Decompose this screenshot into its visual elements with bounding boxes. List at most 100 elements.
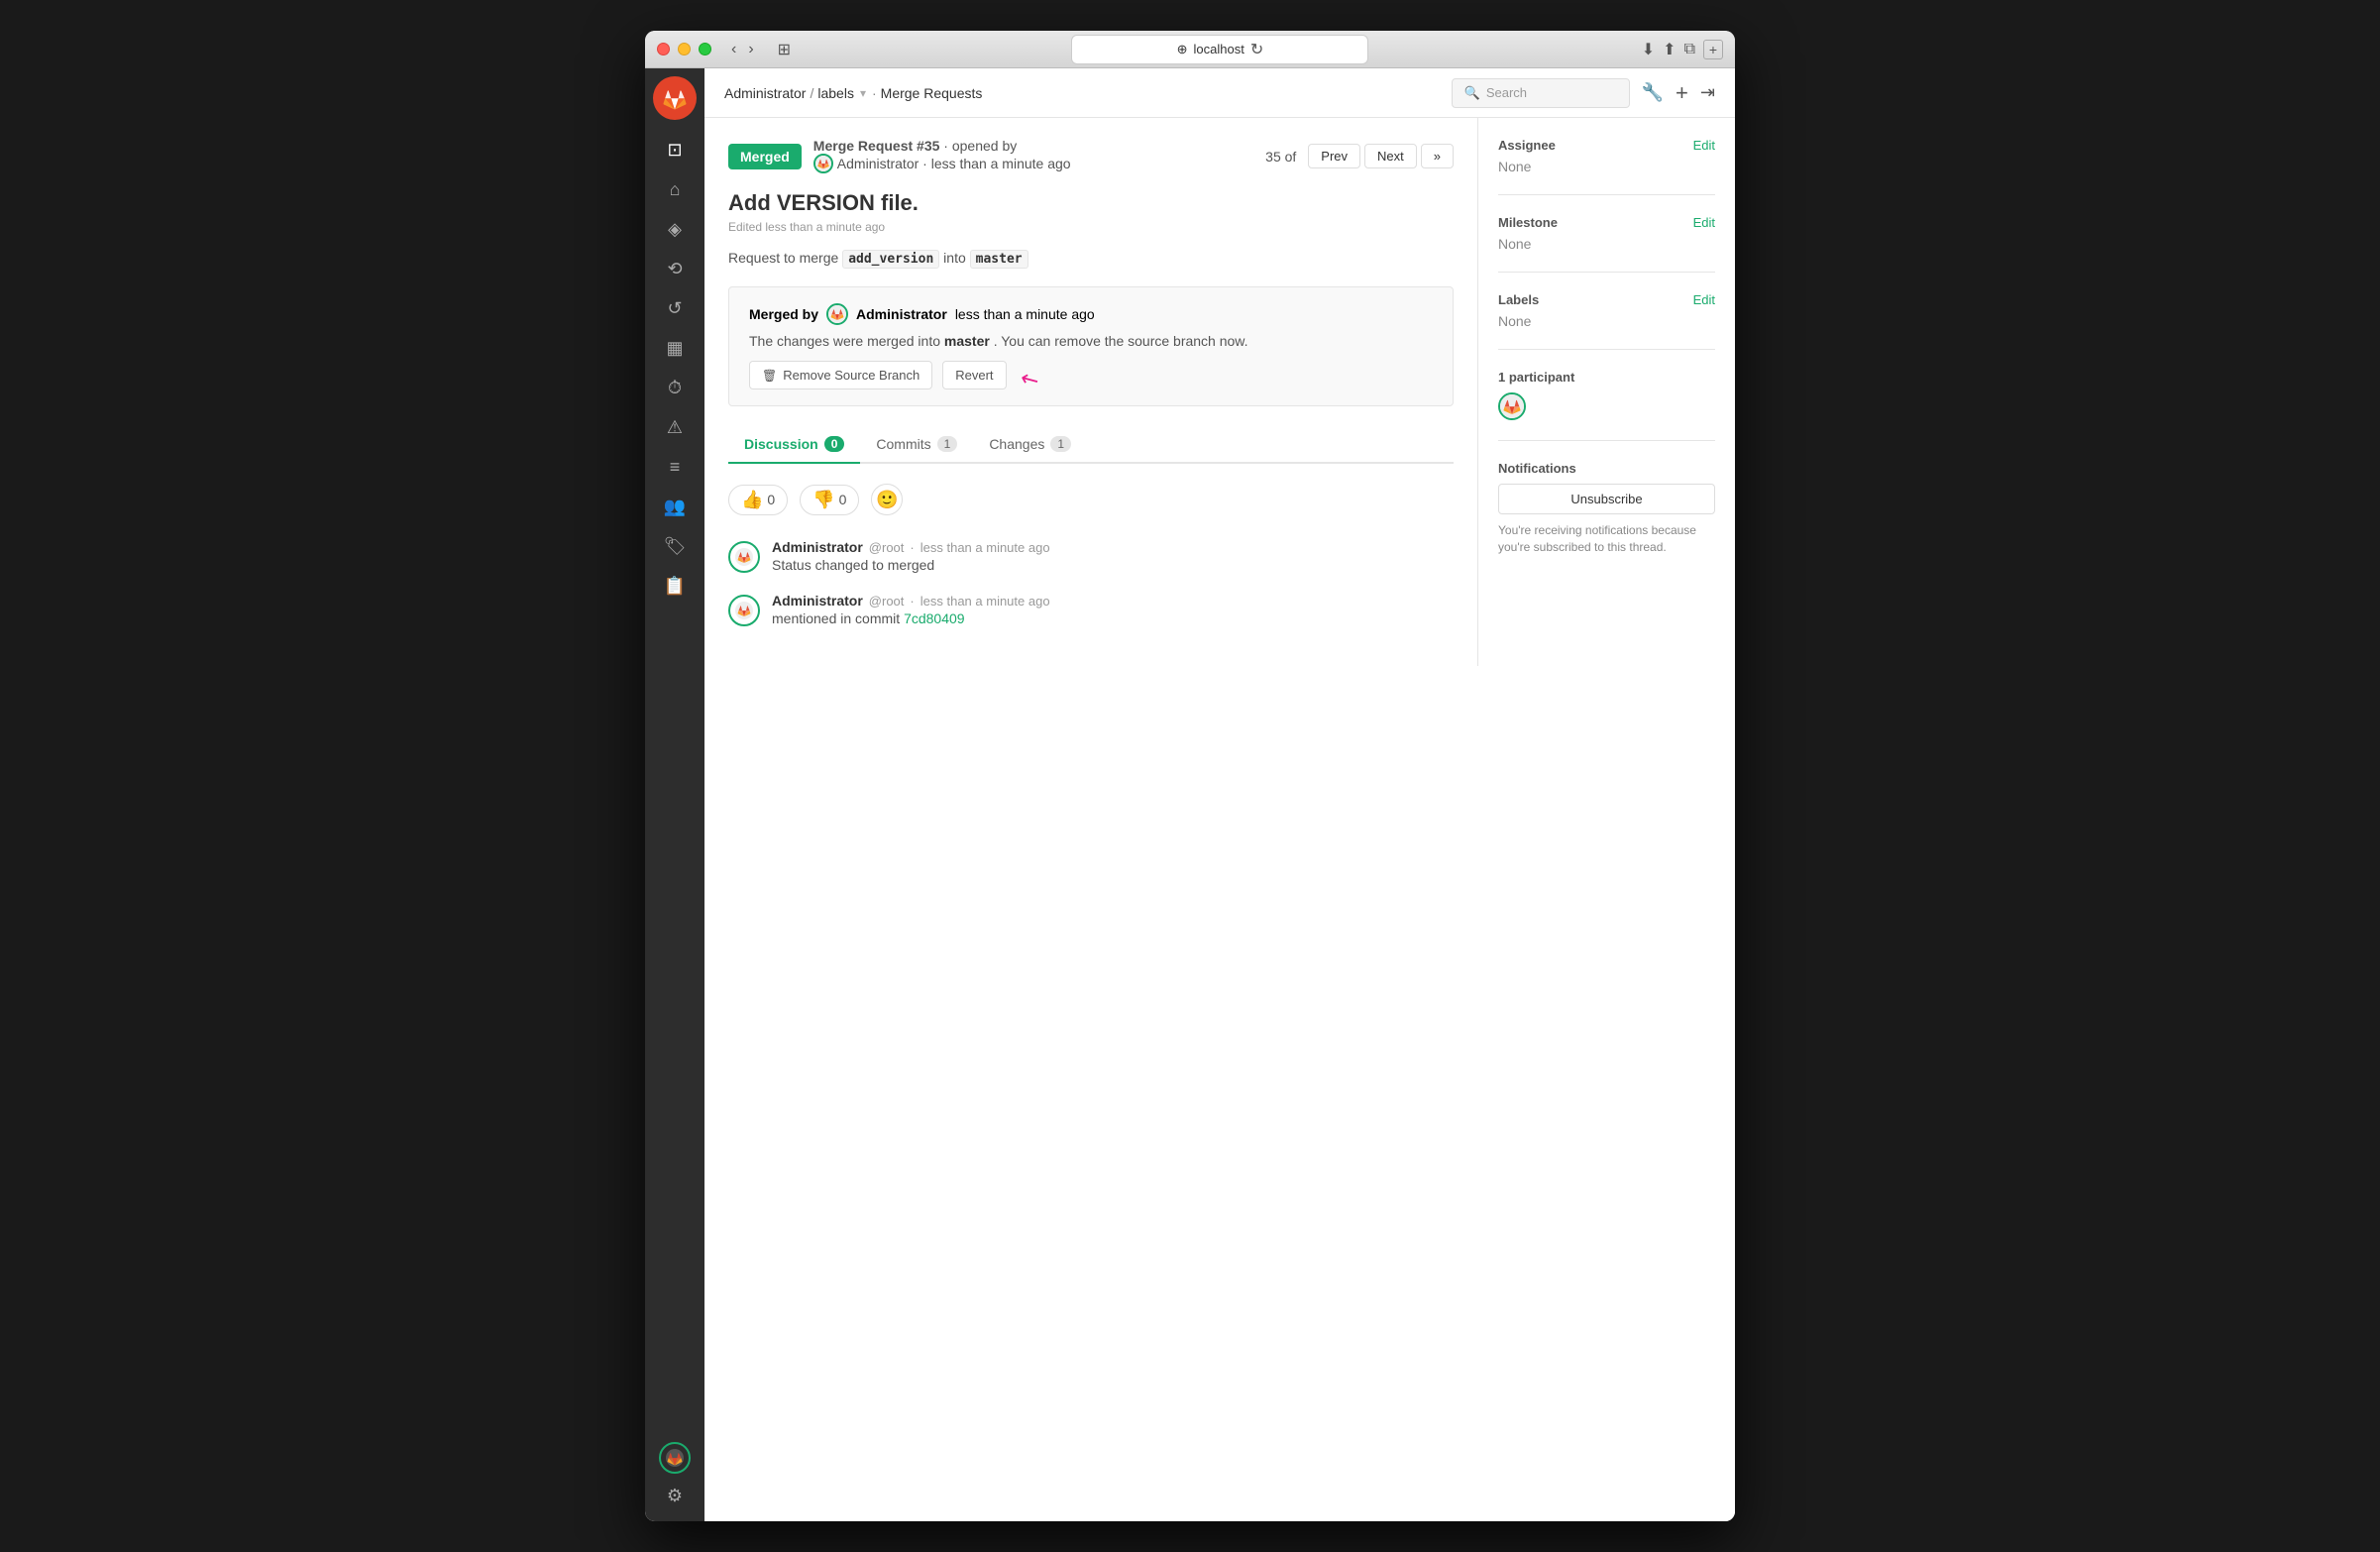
thumbs-up-reaction[interactable]: 👍 0 bbox=[728, 485, 788, 515]
sidebar-item-activity[interactable]: ◈ bbox=[653, 211, 697, 247]
merged-by-label: Merged by bbox=[749, 306, 818, 322]
minimize-button[interactable] bbox=[678, 43, 691, 55]
user-avatar[interactable] bbox=[659, 1442, 691, 1474]
author-name: Administrator · less than a minute ago bbox=[837, 156, 1071, 171]
activity-text-2: mentioned in commit 7cd80409 bbox=[772, 610, 1454, 626]
unsubscribe-button[interactable]: Unsubscribe bbox=[1498, 484, 1715, 514]
sidebar-item-stats[interactable]: ▦ bbox=[653, 330, 697, 366]
thumbs-up-count: 0 bbox=[767, 492, 775, 507]
back-button[interactable]: ‹ bbox=[727, 41, 740, 58]
merged-badge: Merged bbox=[728, 144, 802, 169]
reload-button[interactable]: ↻ bbox=[1250, 40, 1263, 59]
page-content: Merged Merge Request #35 · opened by bbox=[704, 118, 1735, 666]
sidebar: ⊡ ⌂ ◈ ⟲ ↺ ▦ ⏱ ⚠ ≡ bbox=[645, 68, 704, 1521]
notification-info-text: You're receiving notifications because y… bbox=[1498, 522, 1715, 556]
thumbs-down-reaction[interactable]: 👎 0 bbox=[800, 485, 859, 515]
commit-link[interactable]: 7cd80409 bbox=[904, 610, 965, 626]
remove-source-branch-button[interactable]: 🗑 Remove Source Branch bbox=[749, 361, 932, 389]
sidebar-item-group[interactable]: 👥 bbox=[653, 489, 697, 524]
gitlab-logo[interactable] bbox=[653, 76, 697, 120]
merged-author-avatar bbox=[826, 303, 848, 325]
smile-icon: 🙂 bbox=[876, 490, 898, 510]
mr-number: Merge Request #35 bbox=[813, 138, 940, 154]
breadcrumb-project[interactable]: labels bbox=[817, 85, 854, 101]
target-branch[interactable]: master bbox=[970, 250, 1028, 269]
maximize-button[interactable] bbox=[699, 43, 711, 55]
merged-info-suffix: . You can remove the source branch now. bbox=[994, 333, 1248, 349]
main-panel: Merged Merge Request #35 · opened by bbox=[704, 118, 1477, 666]
sidebar-item-merge-requests[interactable]: ⟲ bbox=[653, 251, 697, 286]
assignee-label-row: Assignee Edit bbox=[1498, 138, 1715, 153]
trash-icon: 🗑 bbox=[762, 369, 777, 383]
tab-discussion-label: Discussion bbox=[744, 436, 818, 452]
mr-meta: Merge Request #35 · opened by bbox=[813, 138, 1253, 174]
sidebar-toggle-button[interactable]: ⊞ bbox=[770, 40, 799, 59]
milestone-label: Milestone bbox=[1498, 215, 1558, 230]
merged-by: Merged by bbox=[749, 303, 1433, 325]
tab-discussion[interactable]: Discussion 0 bbox=[728, 426, 860, 464]
sidebar-item-book[interactable]: 📋 bbox=[653, 568, 697, 604]
sidebar-item-history[interactable]: ↺ bbox=[653, 290, 697, 326]
merged-info-prefix: The changes were merged into bbox=[749, 333, 940, 349]
sidebar-item-list[interactable]: ≡ bbox=[653, 449, 697, 485]
titlebar: ‹ › ⊞ ⊕ localhost ↻ ⬇ ⬆ ⧉ + bbox=[645, 31, 1735, 68]
signout-icon[interactable]: ⇥ bbox=[1700, 82, 1715, 103]
chevron-right-button[interactable]: » bbox=[1421, 144, 1454, 168]
download-button[interactable]: ⬇ bbox=[1642, 40, 1655, 59]
sidebar-item-settings[interactable]: ⚙ bbox=[653, 1478, 697, 1513]
close-button[interactable] bbox=[657, 43, 670, 55]
activity-content-2: Administrator @root · less than a minute… bbox=[772, 593, 1454, 626]
mr-header-left: Merged Merge Request #35 · opened by bbox=[728, 138, 1253, 174]
revert-button[interactable]: Revert bbox=[942, 361, 1006, 389]
labels-edit-link[interactable]: Edit bbox=[1693, 292, 1715, 307]
group-icon: 👥 bbox=[664, 497, 686, 517]
main-content: Administrator / labels ▾ · Merge Request… bbox=[704, 68, 1735, 1521]
milestone-edit-link[interactable]: Edit bbox=[1693, 215, 1715, 230]
address-bar[interactable]: ⊕ localhost ↻ bbox=[1071, 35, 1368, 64]
merged-user: Administrator bbox=[856, 306, 947, 322]
add-reaction-button[interactable]: 🙂 bbox=[871, 484, 903, 515]
sidebar-item-tag[interactable]: 🏷 bbox=[653, 528, 697, 564]
chevron-down-icon: ▾ bbox=[860, 86, 866, 100]
activity-avatar-1 bbox=[728, 541, 760, 573]
activity-user-1[interactable]: Administrator bbox=[772, 539, 863, 555]
activity-user-2[interactable]: Administrator bbox=[772, 593, 863, 609]
breadcrumb: Administrator / labels ▾ · Merge Request… bbox=[724, 85, 982, 101]
assignee-edit-link[interactable]: Edit bbox=[1693, 138, 1715, 153]
thumbs-down-icon: 👎 bbox=[812, 490, 834, 510]
labels-value: None bbox=[1498, 313, 1531, 329]
share-button[interactable]: ⬆ bbox=[1663, 40, 1676, 59]
wrench-icon[interactable]: 🔧 bbox=[1642, 82, 1664, 103]
pagination: 35 of Prev Next » bbox=[1265, 144, 1454, 168]
plus-icon[interactable]: + bbox=[1676, 80, 1688, 106]
participant-avatar-1[interactable] bbox=[1498, 392, 1526, 420]
reactions: 👍 0 👎 0 🙂 bbox=[728, 484, 1454, 515]
sidebar-item-dashboard[interactable]: ⊡ bbox=[653, 132, 697, 167]
tab-changes[interactable]: Changes 1 bbox=[973, 426, 1087, 464]
merged-info-text: The changes were merged into master . Yo… bbox=[749, 333, 1433, 349]
prev-button[interactable]: Prev bbox=[1308, 144, 1360, 168]
activity-item: Administrator @root · less than a minute… bbox=[728, 539, 1454, 573]
labels-section: Labels Edit None bbox=[1498, 292, 1715, 350]
stats-icon: ▦ bbox=[666, 338, 683, 359]
sidebar-item-clock[interactable]: ⏱ bbox=[653, 370, 697, 405]
search-box[interactable]: 🔍 Search bbox=[1452, 78, 1630, 108]
tab-changes-badge: 1 bbox=[1050, 436, 1071, 452]
activity-meta-1: Administrator @root · less than a minute… bbox=[772, 539, 1454, 555]
book-icon: 📋 bbox=[664, 576, 686, 597]
home-icon: ⌂ bbox=[670, 179, 681, 200]
new-tab-button[interactable]: + bbox=[1703, 40, 1723, 59]
notifications-label: Notifications bbox=[1498, 461, 1715, 476]
sidebar-item-home[interactable]: ⌂ bbox=[653, 171, 697, 207]
address-bar-area: ⊕ localhost ↻ bbox=[807, 35, 1634, 64]
tab-commits[interactable]: Commits 1 bbox=[860, 426, 973, 464]
breadcrumb-admin[interactable]: Administrator bbox=[724, 85, 806, 101]
tab-manager-button[interactable]: ⧉ bbox=[1684, 41, 1695, 58]
mr-edited: Edited less than a minute ago bbox=[728, 220, 1454, 234]
next-button[interactable]: Next bbox=[1364, 144, 1417, 168]
source-branch[interactable]: add_version bbox=[842, 250, 939, 269]
breadcrumb-page: Merge Requests bbox=[881, 85, 983, 101]
sidebar-item-alert[interactable]: ⚠ bbox=[653, 409, 697, 445]
tab-commits-label: Commits bbox=[876, 436, 930, 452]
forward-button[interactable]: › bbox=[744, 41, 757, 58]
